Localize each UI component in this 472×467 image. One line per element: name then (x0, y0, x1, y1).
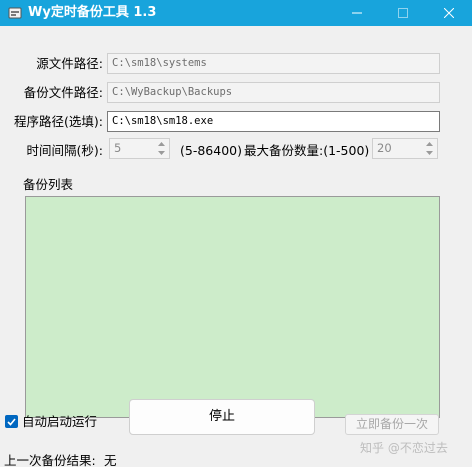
auto-start-checkbox[interactable] (5, 415, 18, 428)
backup-path-label: 备份文件路径: (23, 85, 103, 100)
interval-up-arrow-icon[interactable] (154, 140, 168, 148)
program-path-input[interactable]: C:\sm18\sm18.exe (107, 111, 440, 132)
source-path-label: 源文件路径: (36, 56, 103, 71)
app-icon (8, 6, 22, 20)
interval-range-hint: (5-86400) (180, 143, 242, 158)
close-icon (444, 8, 454, 18)
backup-list-label: 备份列表 (23, 177, 74, 192)
max-backups-label: 最大备份数量:(1-500) (244, 143, 370, 158)
max-backups-value: 20 (377, 141, 392, 155)
backup-path-input[interactable]: C:\WyBackup\Backups (107, 82, 440, 103)
last-result-label: 上一次备份结果: (4, 453, 96, 467)
window-content: 源文件路径: C:\sm18\systems 备份文件路径: C:\WyBack… (0, 26, 472, 467)
interval-value: 5 (114, 141, 122, 155)
interval-label: 时间间隔(秒): (26, 143, 103, 158)
max-backups-up-arrow-icon[interactable] (422, 140, 436, 148)
minimize-icon (352, 12, 362, 14)
last-result-value: 无 (104, 453, 117, 467)
interval-down-arrow-icon[interactable] (154, 149, 168, 157)
stop-button[interactable]: 停止 (129, 399, 315, 435)
checkmark-icon (7, 417, 16, 426)
maximize-button[interactable] (380, 0, 426, 26)
auto-start-label[interactable]: 自动启动运行 (22, 414, 97, 430)
maximize-icon (398, 8, 408, 18)
window-title: Wy定时备份工具 1.3 (28, 5, 157, 20)
close-button[interactable] (426, 0, 472, 26)
minimize-button[interactable] (334, 0, 380, 26)
max-backups-stepper[interactable]: 20 (372, 138, 438, 159)
backup-now-button[interactable]: 立即备份一次 (345, 414, 439, 435)
source-path-input[interactable]: C:\sm18\systems (107, 53, 440, 74)
interval-stepper[interactable]: 5 (109, 138, 170, 159)
title-bar[interactable]: Wy定时备份工具 1.3 (0, 0, 472, 26)
program-path-label: 程序路径(选填): (14, 114, 103, 129)
watermark: 知乎 @不恋过去 (360, 441, 448, 455)
max-backups-down-arrow-icon[interactable] (422, 149, 436, 157)
backup-list[interactable] (25, 196, 440, 418)
